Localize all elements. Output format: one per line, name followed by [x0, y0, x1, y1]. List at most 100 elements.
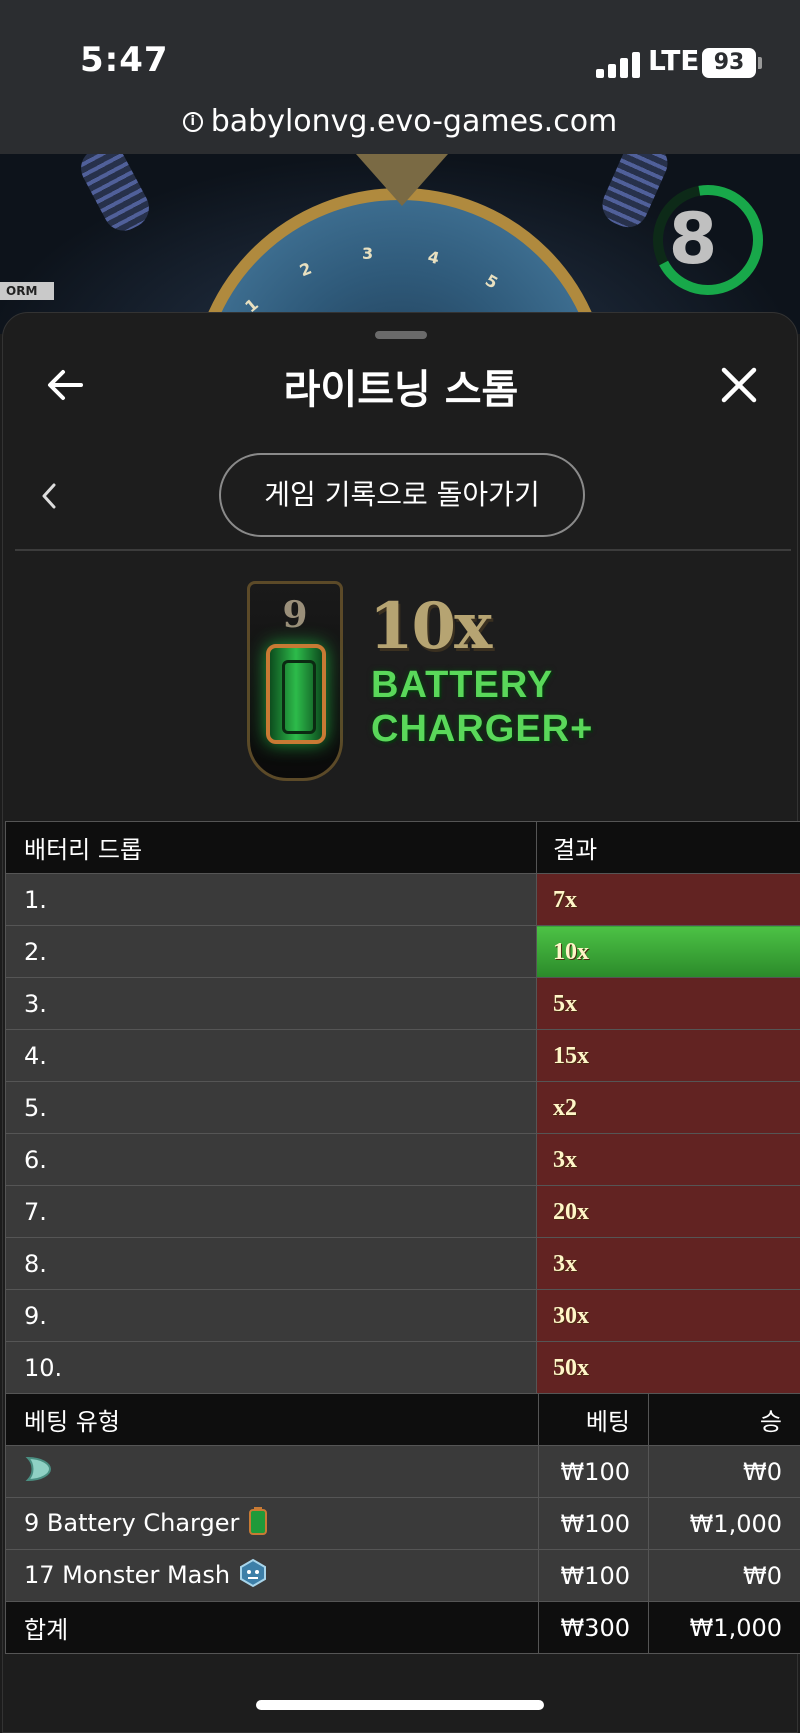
table-header-row: 베팅 유형 베팅 승: [5, 1393, 800, 1446]
game-history-sheet: 라이트닝 스톰 게임 기록으로 돌아가기 9 10x BATTERY CHARG…: [2, 312, 800, 1733]
bet-amount: ₩100: [538, 1549, 649, 1602]
drop-result: 10x: [553, 939, 589, 965]
table-row: 6. 3x: [5, 1133, 800, 1186]
drop-result: 3x: [553, 1147, 577, 1173]
column-header: 승: [648, 1393, 800, 1446]
battery-drops-table: 배터리 드롭 결과 1. 7x 2. 10x 3. 5x 4. 15x 5. x2 6. 3x 7. 20…: [5, 821, 800, 1394]
drop-index: 7.: [5, 1185, 537, 1238]
bet-amount: ₩100: [538, 1445, 649, 1498]
drop-result-cell: 50x: [536, 1341, 800, 1394]
close-icon[interactable]: [719, 365, 759, 405]
drop-index: 8.: [5, 1237, 537, 1290]
total-bet: ₩300: [538, 1601, 649, 1654]
table-row: 7. 20x: [5, 1185, 800, 1238]
drop-result: 5x: [553, 991, 577, 1017]
drop-result: 30x: [553, 1303, 589, 1329]
drop-result: 3x: [553, 1251, 577, 1277]
drop-index: 10.: [5, 1341, 537, 1394]
battery-charger-icon: [266, 644, 326, 744]
drop-result-cell: x2: [536, 1081, 800, 1134]
table-row: 10. 50x: [5, 1341, 800, 1394]
info-icon[interactable]: i: [182, 111, 203, 132]
table-row: 3. 5x: [5, 977, 800, 1030]
drop-result-cell: 20x: [536, 1185, 800, 1238]
drop-index: 2.: [5, 925, 537, 978]
wheel-pointer: [356, 154, 448, 206]
table-row: 5. x2: [5, 1081, 800, 1134]
win-amount: ₩0: [648, 1445, 800, 1498]
modal-title: 라이트닝 스톰: [283, 367, 519, 413]
win-amount: ₩1,000: [648, 1497, 800, 1550]
column-header: 결과: [536, 821, 800, 874]
battery-icon: [247, 1506, 269, 1542]
drop-result-cell: 10x: [536, 925, 800, 978]
drop-index: 6.: [5, 1133, 537, 1186]
signal-icon: [596, 52, 646, 78]
bet-type: [5, 1445, 539, 1498]
win-amount: ₩0: [648, 1549, 800, 1602]
battery-tip: [758, 57, 762, 69]
slot-number: 9: [282, 594, 308, 636]
leaf-arrow-icon: [24, 1454, 54, 1490]
chevron-left-icon[interactable]: [39, 481, 59, 511]
bet-type: 17 Monster Mash: [5, 1549, 539, 1602]
column-header: 베팅 유형: [5, 1393, 539, 1446]
bets-table: 베팅 유형 베팅 승 ₩100 ₩0 9 Battery Charger ₩100 ₩1…: [5, 1393, 800, 1654]
table-row: 9. 30x: [5, 1289, 800, 1342]
drop-result-cell: 3x: [536, 1237, 800, 1290]
bonus-line-1: BATTERY: [371, 664, 554, 706]
table-row: ₩100 ₩0: [5, 1445, 800, 1498]
drop-index: 5.: [5, 1081, 537, 1134]
tesla-coil-left: [74, 154, 156, 238]
result-multiplier: 10x: [369, 589, 492, 664]
game-background: ORM 1 2 3 4 5 8: [0, 154, 800, 334]
back-to-history-button[interactable]: 게임 기록으로 돌아가기: [219, 453, 585, 537]
battery-icon: 93: [702, 48, 756, 78]
table-row: 1. 7x: [5, 873, 800, 926]
total-win: ₩1,000: [648, 1601, 800, 1654]
drop-result-cell: 15x: [536, 1029, 800, 1082]
network-label: LTE: [648, 44, 700, 77]
status-time: 5:47: [80, 40, 169, 80]
countdown-value: 8: [668, 198, 718, 280]
form-tag: ORM: [0, 282, 54, 300]
drop-result-cell: 7x: [536, 873, 800, 926]
table-row: 17 Monster Mash ₩100 ₩0: [5, 1549, 800, 1602]
total-label: 합계: [5, 1601, 539, 1654]
bonus-line-2: CHARGER+: [371, 708, 594, 750]
table-row: 4. 15x: [5, 1029, 800, 1082]
table-row: 2. 10x: [5, 925, 800, 978]
wheel-number: 5: [481, 270, 502, 293]
drop-result: 15x: [553, 1043, 589, 1069]
bet-type-label: 9 Battery Charger: [24, 1508, 240, 1537]
status-bar: 5:47 LTE 93: [0, 0, 800, 100]
drop-result-cell: 30x: [536, 1289, 800, 1342]
wheel-number: 2: [296, 258, 315, 281]
table-row: 9 Battery Charger ₩100 ₩1,000: [5, 1497, 800, 1550]
drop-result: 20x: [553, 1199, 589, 1225]
drop-result-cell: 5x: [536, 977, 800, 1030]
total-row: 합계 ₩300 ₩1,000: [5, 1601, 800, 1654]
drop-index: 9.: [5, 1289, 537, 1342]
wheel-number: 4: [425, 246, 442, 269]
wheel-number: 3: [362, 244, 374, 263]
sheet-grabber[interactable]: [375, 331, 427, 339]
table-row: 8. 3x: [5, 1237, 800, 1290]
column-header: 베팅: [538, 1393, 649, 1446]
bonus-name: BATTERY CHARGER+: [371, 663, 593, 751]
result-slot: 9: [247, 581, 343, 781]
column-header: 배터리 드롭: [5, 821, 537, 874]
url-text[interactable]: babylonvg.evo-games.com: [211, 104, 618, 139]
bet-amount: ₩100: [538, 1497, 649, 1550]
bet-type-label: 17 Monster Mash: [24, 1560, 231, 1589]
address-bar[interactable]: i babylonvg.evo-games.com: [0, 100, 800, 154]
round-result: 9 10x BATTERY CHARGER+: [3, 551, 799, 821]
drop-result: x2: [553, 1095, 577, 1121]
drop-result: 50x: [553, 1355, 589, 1381]
drop-result: 7x: [553, 887, 577, 913]
home-indicator[interactable]: [256, 1700, 544, 1710]
monster-icon: [238, 1558, 268, 1594]
drop-index: 1.: [5, 873, 537, 926]
drop-result-cell: 3x: [536, 1133, 800, 1186]
drop-index: 3.: [5, 977, 537, 1030]
